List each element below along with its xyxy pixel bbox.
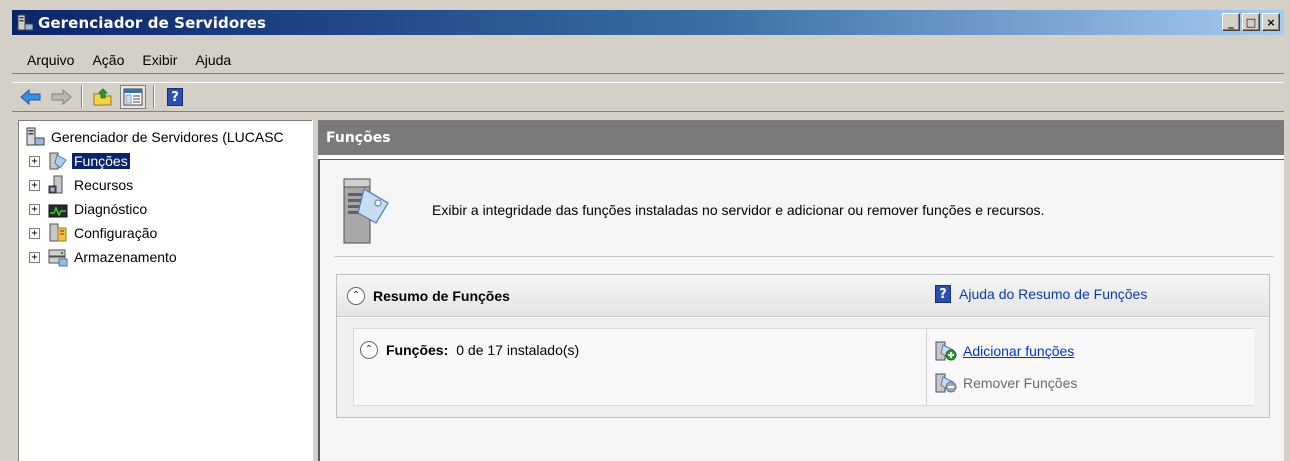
console-tree-icon bbox=[123, 88, 143, 106]
roles-summary-body: ⌃ Funções: 0 de 17 instalado(s) Adiciona… bbox=[337, 318, 1269, 417]
tree-item-label: Configuração bbox=[74, 225, 158, 241]
help-icon: ? bbox=[167, 88, 183, 106]
arrow-left-icon bbox=[20, 89, 41, 105]
up-one-level-button[interactable] bbox=[90, 85, 116, 109]
tree-item-configuracao[interactable]: + Configuração bbox=[29, 223, 159, 243]
menu-arquivo[interactable]: Arquivo bbox=[18, 52, 83, 68]
maximize-button[interactable]: □ bbox=[1242, 13, 1260, 31]
roles-icon bbox=[49, 152, 67, 170]
collapse-summary-button[interactable]: ⌃ bbox=[347, 286, 365, 305]
menu-exibir[interactable]: Exibir bbox=[133, 52, 186, 68]
features-icon bbox=[48, 175, 63, 194]
show-hide-console-tree-button[interactable] bbox=[120, 85, 146, 109]
console-tree: Gerenciador de Servidores (LUCASC + Funç… bbox=[18, 120, 312, 461]
server-manager-window: Gerenciador de Servidores _ □ × Arquivo … bbox=[0, 0, 1290, 461]
server-manager-icon bbox=[26, 127, 45, 146]
intro-section: Exibir a integridade das funções instala… bbox=[340, 170, 1270, 250]
caption-buttons: _ □ × bbox=[1222, 13, 1280, 31]
roles-count-row: ⌃ Funções: 0 de 17 instalado(s) bbox=[360, 341, 579, 359]
roles-summary-help-link[interactable]: ? Ajuda do Resumo de Funções bbox=[935, 285, 1147, 303]
title-bar[interactable]: Gerenciador de Servidores _ □ × bbox=[12, 10, 1284, 35]
tree-item-funcoes[interactable]: + Funções bbox=[29, 151, 130, 171]
expand-icon[interactable]: + bbox=[29, 179, 40, 191]
minimize-button[interactable]: _ bbox=[1222, 13, 1240, 31]
server-manager-icon bbox=[17, 14, 34, 30]
remove-roles-icon bbox=[935, 373, 957, 393]
menu-acao[interactable]: Ação bbox=[83, 52, 133, 68]
tree-root[interactable]: Gerenciador de Servidores (LUCASC bbox=[25, 127, 286, 147]
roles-actions: Adicionar funções Remover Funções bbox=[926, 329, 1254, 405]
roles-summary-title: Resumo de Funções bbox=[373, 287, 510, 304]
tree-item-label: Diagnóstico bbox=[74, 201, 148, 217]
tree-item-diagnostico[interactable]: + Diagnóstico bbox=[29, 199, 149, 219]
toolbar: ? bbox=[12, 82, 1284, 112]
tree-item-armazenamento[interactable]: + Armazenamento bbox=[29, 247, 179, 267]
add-roles-link[interactable]: Adicionar funções bbox=[935, 341, 1074, 361]
help-link-label: Ajuda do Resumo de Funções bbox=[959, 286, 1148, 302]
remove-roles-link[interactable]: Remover Funções bbox=[935, 373, 1077, 393]
roles-count-box: ⌃ Funções: 0 de 17 instalado(s) Adiciona… bbox=[353, 328, 1254, 406]
remove-roles-label: Remover Funções bbox=[963, 375, 1078, 391]
close-button[interactable]: × bbox=[1262, 13, 1280, 31]
arrow-right-icon bbox=[51, 89, 72, 105]
back-button[interactable] bbox=[18, 85, 44, 109]
details-header: Funções bbox=[318, 121, 1284, 157]
tree-item-label: Funções bbox=[72, 153, 130, 169]
tree-item-label: Armazenamento bbox=[74, 249, 177, 265]
expand-icon[interactable]: + bbox=[29, 227, 40, 239]
storage-icon bbox=[48, 249, 68, 267]
folder-up-icon bbox=[93, 88, 112, 106]
add-roles-label: Adicionar funções bbox=[963, 343, 1075, 359]
add-roles-icon bbox=[935, 341, 957, 361]
tree-item-label: Recursos bbox=[74, 177, 134, 193]
roles-count-label: Funções: bbox=[386, 342, 449, 358]
diagnostics-icon bbox=[48, 204, 68, 218]
toolbar-separator bbox=[153, 86, 155, 108]
forward-button[interactable] bbox=[48, 85, 74, 109]
details-title: Funções bbox=[326, 130, 391, 146]
menu-ajuda[interactable]: Ajuda bbox=[186, 52, 240, 68]
expand-icon[interactable]: + bbox=[29, 155, 40, 167]
divider bbox=[334, 256, 1274, 257]
roles-count-value: 0 de 17 instalado(s) bbox=[456, 342, 580, 358]
tree-item-recursos[interactable]: + Recursos bbox=[29, 175, 135, 195]
window-title: Gerenciador de Servidores bbox=[38, 13, 267, 32]
intro-text: Exibir a integridade das funções instala… bbox=[432, 202, 1045, 218]
help-button[interactable]: ? bbox=[162, 85, 188, 109]
roles-summary-header: ⌃ Resumo de Funções ? Ajuda do Resumo de… bbox=[337, 275, 1269, 317]
toolbar-separator bbox=[81, 86, 83, 108]
tree-root-label: Gerenciador de Servidores (LUCASC bbox=[51, 129, 284, 145]
collapse-roles-button[interactable]: ⌃ bbox=[360, 341, 378, 359]
configuration-icon bbox=[49, 223, 67, 242]
expand-icon[interactable]: + bbox=[29, 203, 40, 215]
menu-bar: Arquivo Ação Exibir Ajuda bbox=[12, 46, 1284, 74]
roles-summary-panel: ⌃ Resumo de Funções ? Ajuda do Resumo de… bbox=[336, 274, 1270, 418]
help-icon: ? bbox=[935, 285, 951, 303]
details-content: Exibir a integridade das funções instala… bbox=[318, 159, 1284, 461]
details-pane: Funções Exibir a integridade das funções… bbox=[318, 120, 1284, 461]
roles-server-icon bbox=[343, 178, 389, 244]
expand-icon[interactable]: + bbox=[29, 251, 40, 263]
